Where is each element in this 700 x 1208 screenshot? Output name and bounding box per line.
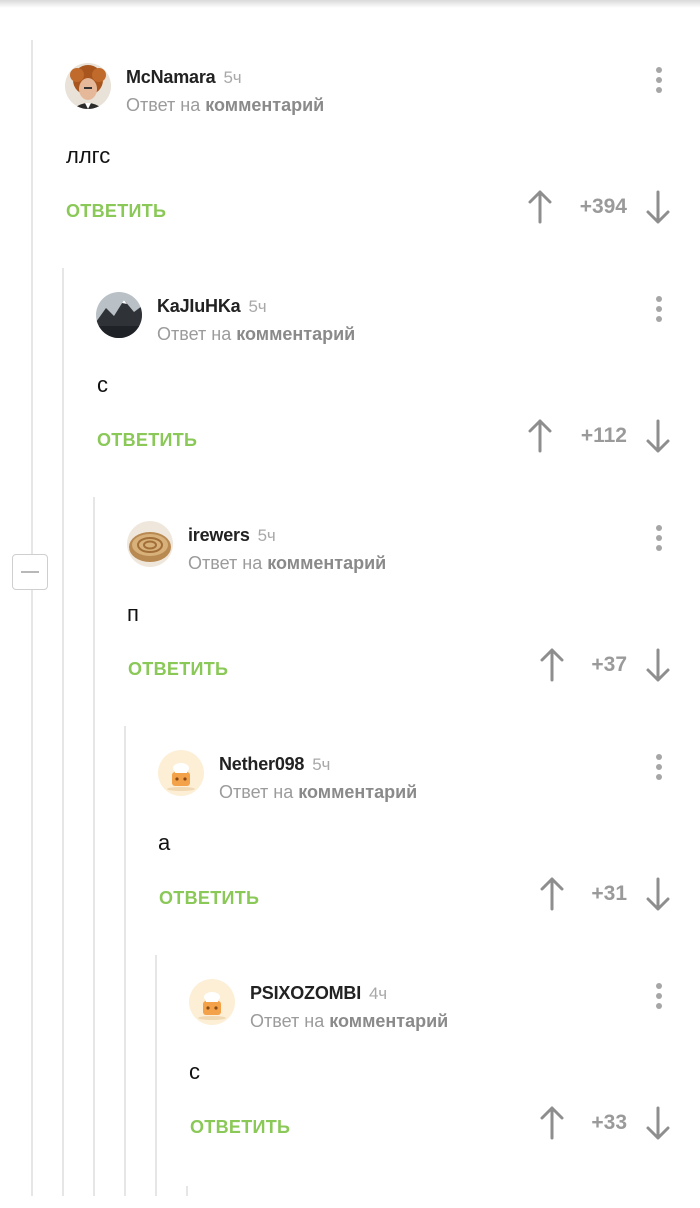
author-name[interactable]: KaJIuHKa 5ч [157, 296, 267, 317]
comment-body: ллгс [66, 143, 111, 168]
comment-time: 5ч [257, 526, 276, 545]
vote-score: +33 [591, 1111, 627, 1134]
author-name[interactable]: PSIXOZOMBI 4ч [250, 983, 387, 1004]
comment: irewers 5ч Ответ на комментарий п ОТВЕТИТ… [0, 521, 700, 750]
upvote-arrow-icon[interactable] [538, 876, 566, 912]
avatar[interactable] [127, 521, 173, 567]
reply-to-prefix: Ответ на [250, 1011, 325, 1031]
vote-score: +112 [580, 424, 627, 447]
reply-to-line: Ответ на комментарий [126, 95, 324, 116]
author-name[interactable]: irewers 5ч [188, 525, 276, 546]
more-options-icon[interactable] [650, 754, 668, 790]
reply-to-line: Ответ на комментарий [188, 553, 386, 574]
author-name[interactable]: McNamara 5ч [126, 67, 242, 88]
reply-to-link[interactable]: комментарий [267, 553, 386, 573]
reply-button[interactable]: ОТВЕТИТЬ [159, 888, 259, 909]
reply-to-prefix: Ответ на [219, 782, 294, 802]
top-shadow [0, 0, 700, 8]
comment: McNamara 5ч Ответ на комментарий ллгс ОТВ… [0, 63, 700, 292]
comment-body: а [158, 830, 171, 855]
downvote-arrow-icon[interactable] [644, 189, 672, 225]
upvote-arrow-icon[interactable] [526, 189, 554, 225]
reply-to-prefix: Ответ на [157, 324, 232, 344]
reply-to-line: Ответ на комментарий [219, 782, 417, 803]
author-name[interactable]: Nether098 5ч [219, 754, 330, 775]
avatar[interactable] [96, 292, 142, 338]
downvote-arrow-icon[interactable] [644, 876, 672, 912]
upvote-arrow-icon[interactable] [538, 1105, 566, 1141]
avatar[interactable] [189, 979, 235, 1025]
reply-to-prefix: Ответ на [188, 553, 263, 573]
reply-to-link[interactable]: комментарий [298, 782, 417, 802]
avatar[interactable] [158, 750, 204, 796]
more-options-icon[interactable] [650, 67, 668, 103]
reply-button[interactable]: ОТВЕТИТЬ [190, 1117, 290, 1138]
reply-to-prefix: Ответ на [126, 95, 201, 115]
comment-time: 4ч [369, 984, 387, 1003]
comment-time: 5ч [223, 68, 242, 87]
reply-to-link[interactable]: комментарий [329, 1011, 448, 1031]
author-name-text[interactable]: KaJIuHKa [157, 296, 241, 316]
downvote-arrow-icon[interactable] [644, 418, 672, 454]
comment-body: с [189, 1059, 200, 1084]
default-chef-avatar-icon [158, 750, 204, 796]
reply-button[interactable]: ОТВЕТИТЬ [97, 430, 197, 451]
reply-to-line: Ответ на комментарий [157, 324, 355, 345]
author-name-text[interactable]: irewers [188, 525, 250, 545]
comment-body: п [127, 601, 139, 626]
comment: Nether098 5ч Ответ на комментарий а ОТВЕТ… [0, 750, 700, 979]
comment: KaJIuHKa 5ч Ответ на комментарий с ОТВЕТИ… [0, 292, 700, 521]
more-options-icon[interactable] [650, 983, 668, 1019]
downvote-arrow-icon[interactable] [644, 1105, 672, 1141]
reply-button[interactable]: ОТВЕТИТЬ [128, 659, 228, 680]
reply-to-link[interactable]: комментарий [236, 324, 355, 344]
reply-to-link[interactable]: комментарий [205, 95, 324, 115]
vote-score: +37 [591, 653, 627, 676]
upvote-arrow-icon[interactable] [538, 647, 566, 683]
avatar[interactable] [65, 63, 111, 109]
default-chef-avatar-icon [189, 979, 235, 1025]
author-name-text[interactable]: PSIXOZOMBI [250, 983, 361, 1003]
upvote-arrow-icon[interactable] [526, 418, 554, 454]
mountain-landscape-avatar-icon [96, 292, 142, 338]
comment-time: 5ч [248, 297, 267, 316]
author-name-text[interactable]: Nether098 [219, 754, 304, 774]
more-options-icon[interactable] [650, 296, 668, 332]
more-options-icon[interactable] [650, 525, 668, 561]
reply-to-line: Ответ на комментарий [250, 1011, 448, 1032]
reply-button[interactable]: ОТВЕТИТЬ [66, 201, 166, 222]
downvote-arrow-icon[interactable] [644, 647, 672, 683]
pie-avatar-icon [127, 521, 173, 567]
comment-body: с [97, 372, 108, 397]
vote-score: +394 [579, 195, 627, 218]
vote-score: +31 [591, 882, 627, 905]
comment-time: 5ч [312, 755, 331, 774]
author-name-text[interactable]: McNamara [126, 67, 216, 87]
comment: PSIXOZOMBI 4ч Ответ на комментарий с ОТВЕ… [0, 979, 700, 1208]
curly-hair-man-avatar-icon [65, 63, 111, 109]
